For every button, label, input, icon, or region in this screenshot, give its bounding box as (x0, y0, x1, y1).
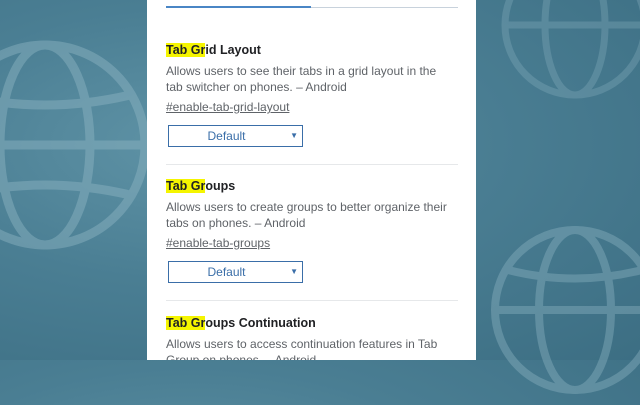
tab-bar (166, 0, 458, 10)
select-value: Default (207, 265, 246, 279)
flag-description: Allows users to create groups to better … (166, 199, 458, 231)
triangle-down-icon: ▼ (290, 267, 298, 276)
flag-title: Tab Groups (166, 178, 458, 194)
flags-panel: Tab Grid Layout Allows users to see thei… (147, 0, 476, 360)
flag-description-line: Allows users to create groups to better … (166, 200, 447, 214)
flag-description-line: Group on phones. – Android (166, 353, 317, 360)
flag-description-line: Allows users to see their tabs in a grid… (166, 64, 437, 78)
search-highlight: Tab Gr (166, 179, 206, 193)
flag-title: Tab Grid Layout (166, 42, 458, 58)
flag-description-line: Allows users to access continuation feat… (166, 337, 438, 351)
flag-description: Allows users to see their tabs in a grid… (166, 63, 458, 95)
select-value: Default (207, 129, 246, 143)
background-globe-icon (491, 226, 640, 394)
flag-state-select[interactable]: Default ▼ (168, 125, 303, 147)
active-tab-indicator[interactable] (166, 6, 311, 8)
flag-divider (166, 300, 458, 301)
flag-item-tab-grid-layout: Tab Grid Layout Allows users to see thei… (166, 42, 458, 147)
triangle-down-icon: ▼ (290, 131, 298, 140)
flag-item-tab-groups: Tab Groups Allows users to create groups… (166, 178, 458, 283)
search-highlight: Tab Gr (166, 43, 206, 57)
flag-description: Allows users to access continuation feat… (166, 336, 458, 360)
background-globe-icon (0, 40, 150, 250)
flag-item-tab-groups-continuation: Tab Groups Continuation Allows users to … (166, 315, 458, 360)
flag-anchor-link[interactable]: #enable-tab-grid-layout (166, 99, 289, 115)
flag-state-select[interactable]: Default ▼ (168, 261, 303, 283)
flag-title-rest: id Layout (205, 43, 261, 57)
flag-title-rest: oups (205, 179, 236, 193)
flag-anchor-link[interactable]: #enable-tab-groups (166, 235, 270, 251)
background-globe-icon (501, 0, 640, 99)
flag-title: Tab Groups Continuation (166, 315, 458, 331)
flag-divider (166, 164, 458, 165)
flag-title-rest: oups Continuation (205, 316, 316, 330)
search-highlight: Tab Gr (166, 316, 206, 330)
flag-description-line: tab switcher on phones. – Android (166, 80, 347, 94)
flag-description-line: tabs on phones. – Android (166, 216, 306, 230)
